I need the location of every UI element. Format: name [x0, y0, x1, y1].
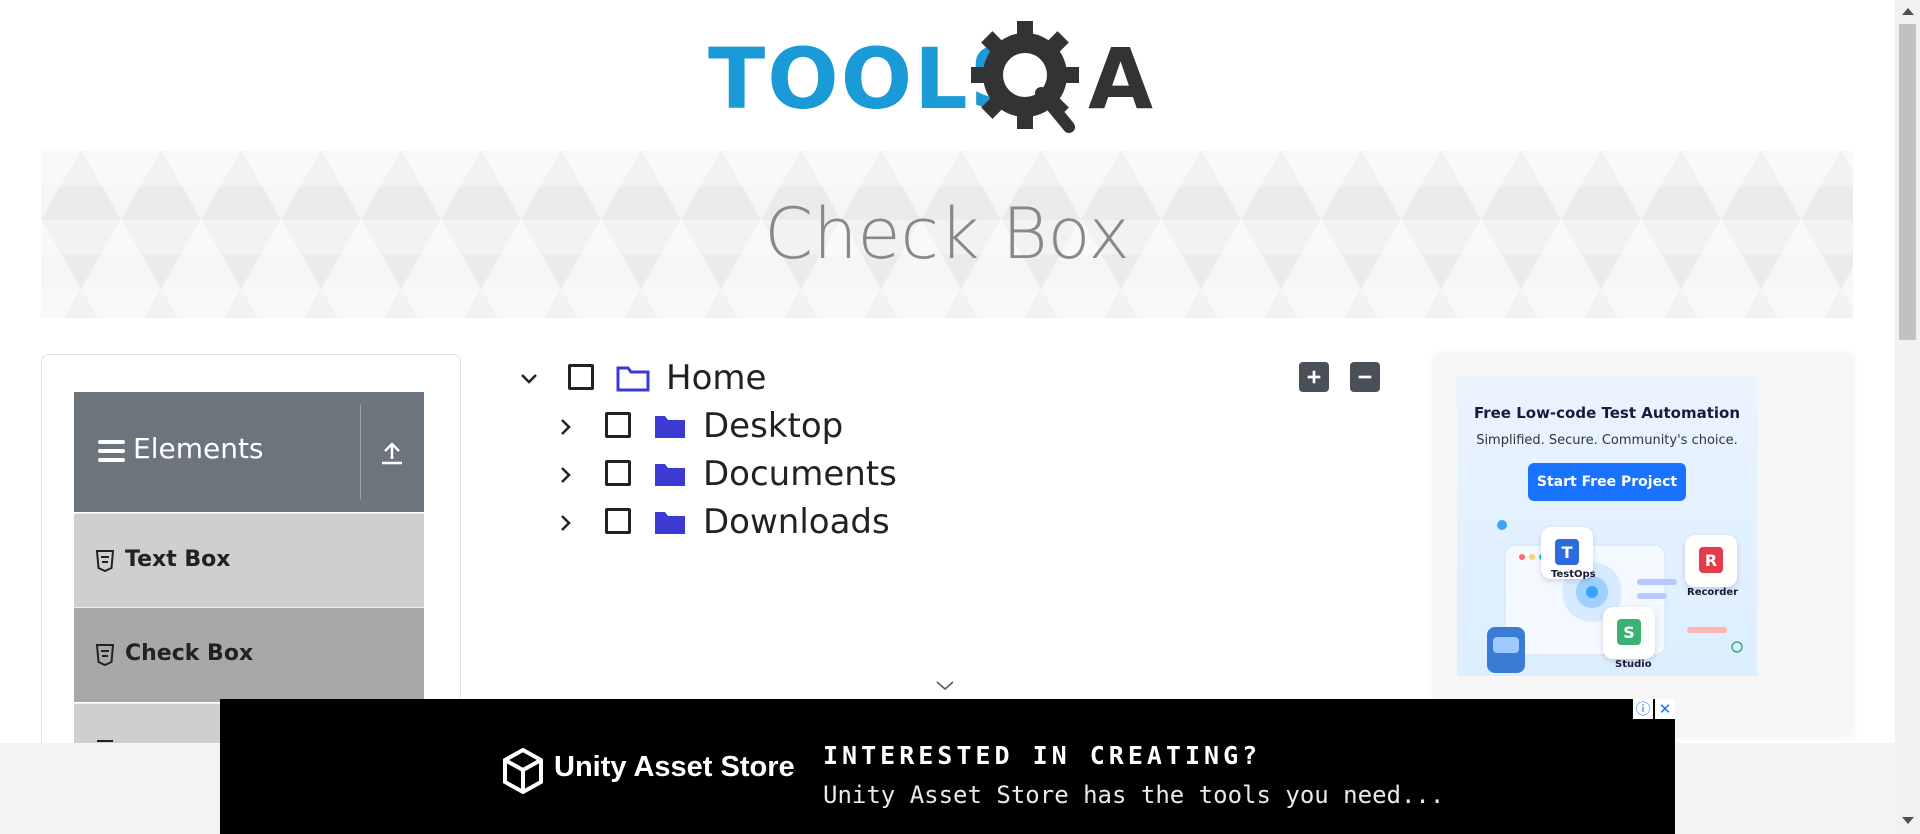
checkbox-desktop[interactable] — [605, 412, 631, 438]
logo-graphic: TOOLS A — [708, 21, 1153, 133]
checkbox-home[interactable] — [568, 364, 594, 390]
toolsqa-logo[interactable]: TOOLS A — [700, 20, 1200, 140]
folder-icon — [653, 460, 687, 488]
tree-node-home: Home — [518, 358, 818, 402]
ad-title: Free Low-code Test Automation — [1473, 404, 1741, 422]
ad-brand: Unity Asset Store — [554, 751, 795, 783]
sidebar-item-label: Check Box — [125, 641, 254, 666]
ad-tile-label: Studio — [1615, 659, 1652, 670]
ad-headline: INTERESTED IN CREATING? — [823, 741, 1262, 770]
tree-node-label[interactable]: Home — [666, 358, 766, 398]
tree-node-documents: Documents — [555, 454, 897, 498]
bottom-banner-ad[interactable]: ⓘ ✕ Unity Asset Store INTERESTED IN CREAT… — [220, 699, 1675, 834]
svg-text:S: S — [1623, 623, 1635, 642]
tree-node-label[interactable]: Documents — [703, 454, 897, 494]
sidebar-item-check-box[interactable]: Check Box — [74, 607, 424, 702]
scroll-up-arrow-icon[interactable] — [1902, 8, 1914, 15]
recorder-tile: R — [1685, 535, 1737, 587]
sidebar-item-label: Text Box — [125, 547, 231, 572]
folder-icon — [653, 412, 687, 440]
chevron-right-icon[interactable] — [555, 464, 577, 486]
page-banner: Check Box — [41, 151, 1853, 318]
group-header-label: Elements — [133, 432, 264, 465]
page-title: Check Box — [764, 193, 1130, 275]
tree-node-label[interactable]: Desktop — [703, 406, 843, 446]
close-icon[interactable]: ✕ — [1655, 699, 1675, 719]
ad-tile-label: TestOps — [1551, 569, 1596, 580]
ad-subline: Unity Asset Store has the tools you need… — [823, 781, 1445, 809]
group-header-elements[interactable]: Elements — [74, 392, 424, 512]
unity-logo-icon — [502, 747, 544, 795]
chevron-right-icon[interactable] — [555, 512, 577, 534]
svg-text:T: T — [1562, 543, 1573, 562]
chevron-down-icon[interactable] — [518, 368, 540, 390]
plus-icon — [1307, 370, 1321, 384]
html5-icon — [95, 550, 115, 573]
collapse-all-button[interactable] — [1350, 362, 1380, 392]
studio-tile: S — [1603, 607, 1655, 659]
svg-text:R: R — [1705, 551, 1717, 570]
tree-node-label[interactable]: Downloads — [703, 502, 890, 542]
sidebar-item-text-box[interactable]: Text Box — [74, 513, 424, 608]
ad-info-icon[interactable]: ⓘ — [1633, 699, 1653, 719]
ad-cta-button[interactable]: Start Free Project — [1528, 463, 1686, 501]
expand-all-button[interactable] — [1299, 362, 1329, 392]
gear-icon — [971, 21, 1079, 133]
chevron-down-icon — [934, 678, 956, 692]
tree-node-downloads: Downloads — [555, 502, 890, 546]
scroll-down-arrow-icon[interactable] — [1902, 817, 1914, 824]
checkbox-documents[interactable] — [605, 460, 631, 486]
minus-icon — [1358, 375, 1372, 379]
logo-text-a: A — [1088, 30, 1153, 128]
ad-subtitle: Simplified. Secure. Community's choice. — [1476, 433, 1738, 448]
html5-icon — [95, 644, 115, 667]
page-scrollbar[interactable] — [1895, 0, 1920, 834]
ad-badges: ⓘ ✕ — [1631, 699, 1675, 719]
ad-tile-label: Recorder — [1687, 587, 1739, 598]
collapse-group-icon[interactable] — [374, 438, 410, 468]
chevron-right-icon[interactable] — [555, 416, 577, 438]
side-ad[interactable]: Free Low-code Test Automation Simplified… — [1457, 377, 1757, 676]
checkbox-downloads[interactable] — [605, 508, 631, 534]
tree-node-desktop: Desktop — [555, 406, 855, 450]
hamburger-icon — [98, 440, 125, 464]
scrollbar-thumb[interactable] — [1899, 24, 1916, 340]
folder-open-icon — [616, 364, 650, 392]
folder-icon — [653, 508, 687, 536]
group-header-divider — [360, 404, 361, 500]
